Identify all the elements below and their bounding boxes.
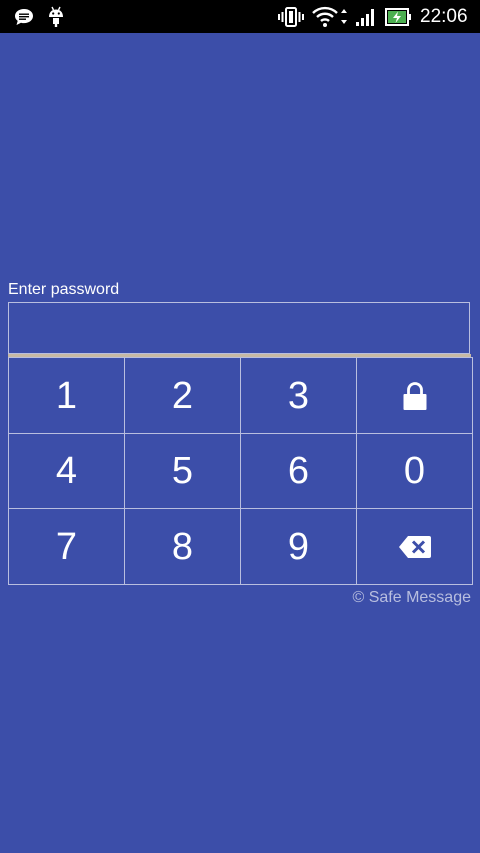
lock-button[interactable] xyxy=(356,357,473,434)
key-9[interactable]: 9 xyxy=(240,508,357,585)
message-icon xyxy=(12,0,36,33)
wifi-icon xyxy=(310,0,350,33)
key-5[interactable]: 5 xyxy=(124,433,241,509)
key-6[interactable]: 6 xyxy=(240,433,357,509)
key-2[interactable]: 2 xyxy=(124,357,241,434)
copyright-text: © Safe Message xyxy=(352,589,471,606)
key-3[interactable]: 3 xyxy=(240,357,357,434)
battery-charging-icon xyxy=(384,0,414,33)
backspace-button[interactable] xyxy=(356,508,473,585)
password-label: Enter password xyxy=(8,281,120,298)
password-field[interactable] xyxy=(8,302,470,354)
clock: 22:06 xyxy=(420,6,468,27)
keypad: 1 2 3 4 5 6 0 7 8 9 xyxy=(8,357,473,585)
vibrate-icon xyxy=(277,0,305,33)
backspace-icon xyxy=(398,535,431,558)
signal-icon xyxy=(353,0,379,33)
status-bar: 22:06 xyxy=(0,0,480,33)
key-0[interactable]: 0 xyxy=(356,433,473,509)
key-4[interactable]: 4 xyxy=(8,433,125,509)
key-8[interactable]: 8 xyxy=(124,508,241,585)
android-debug-icon xyxy=(45,0,67,33)
lock-icon xyxy=(403,381,426,410)
key-1[interactable]: 1 xyxy=(8,357,125,434)
key-7[interactable]: 7 xyxy=(8,508,125,585)
